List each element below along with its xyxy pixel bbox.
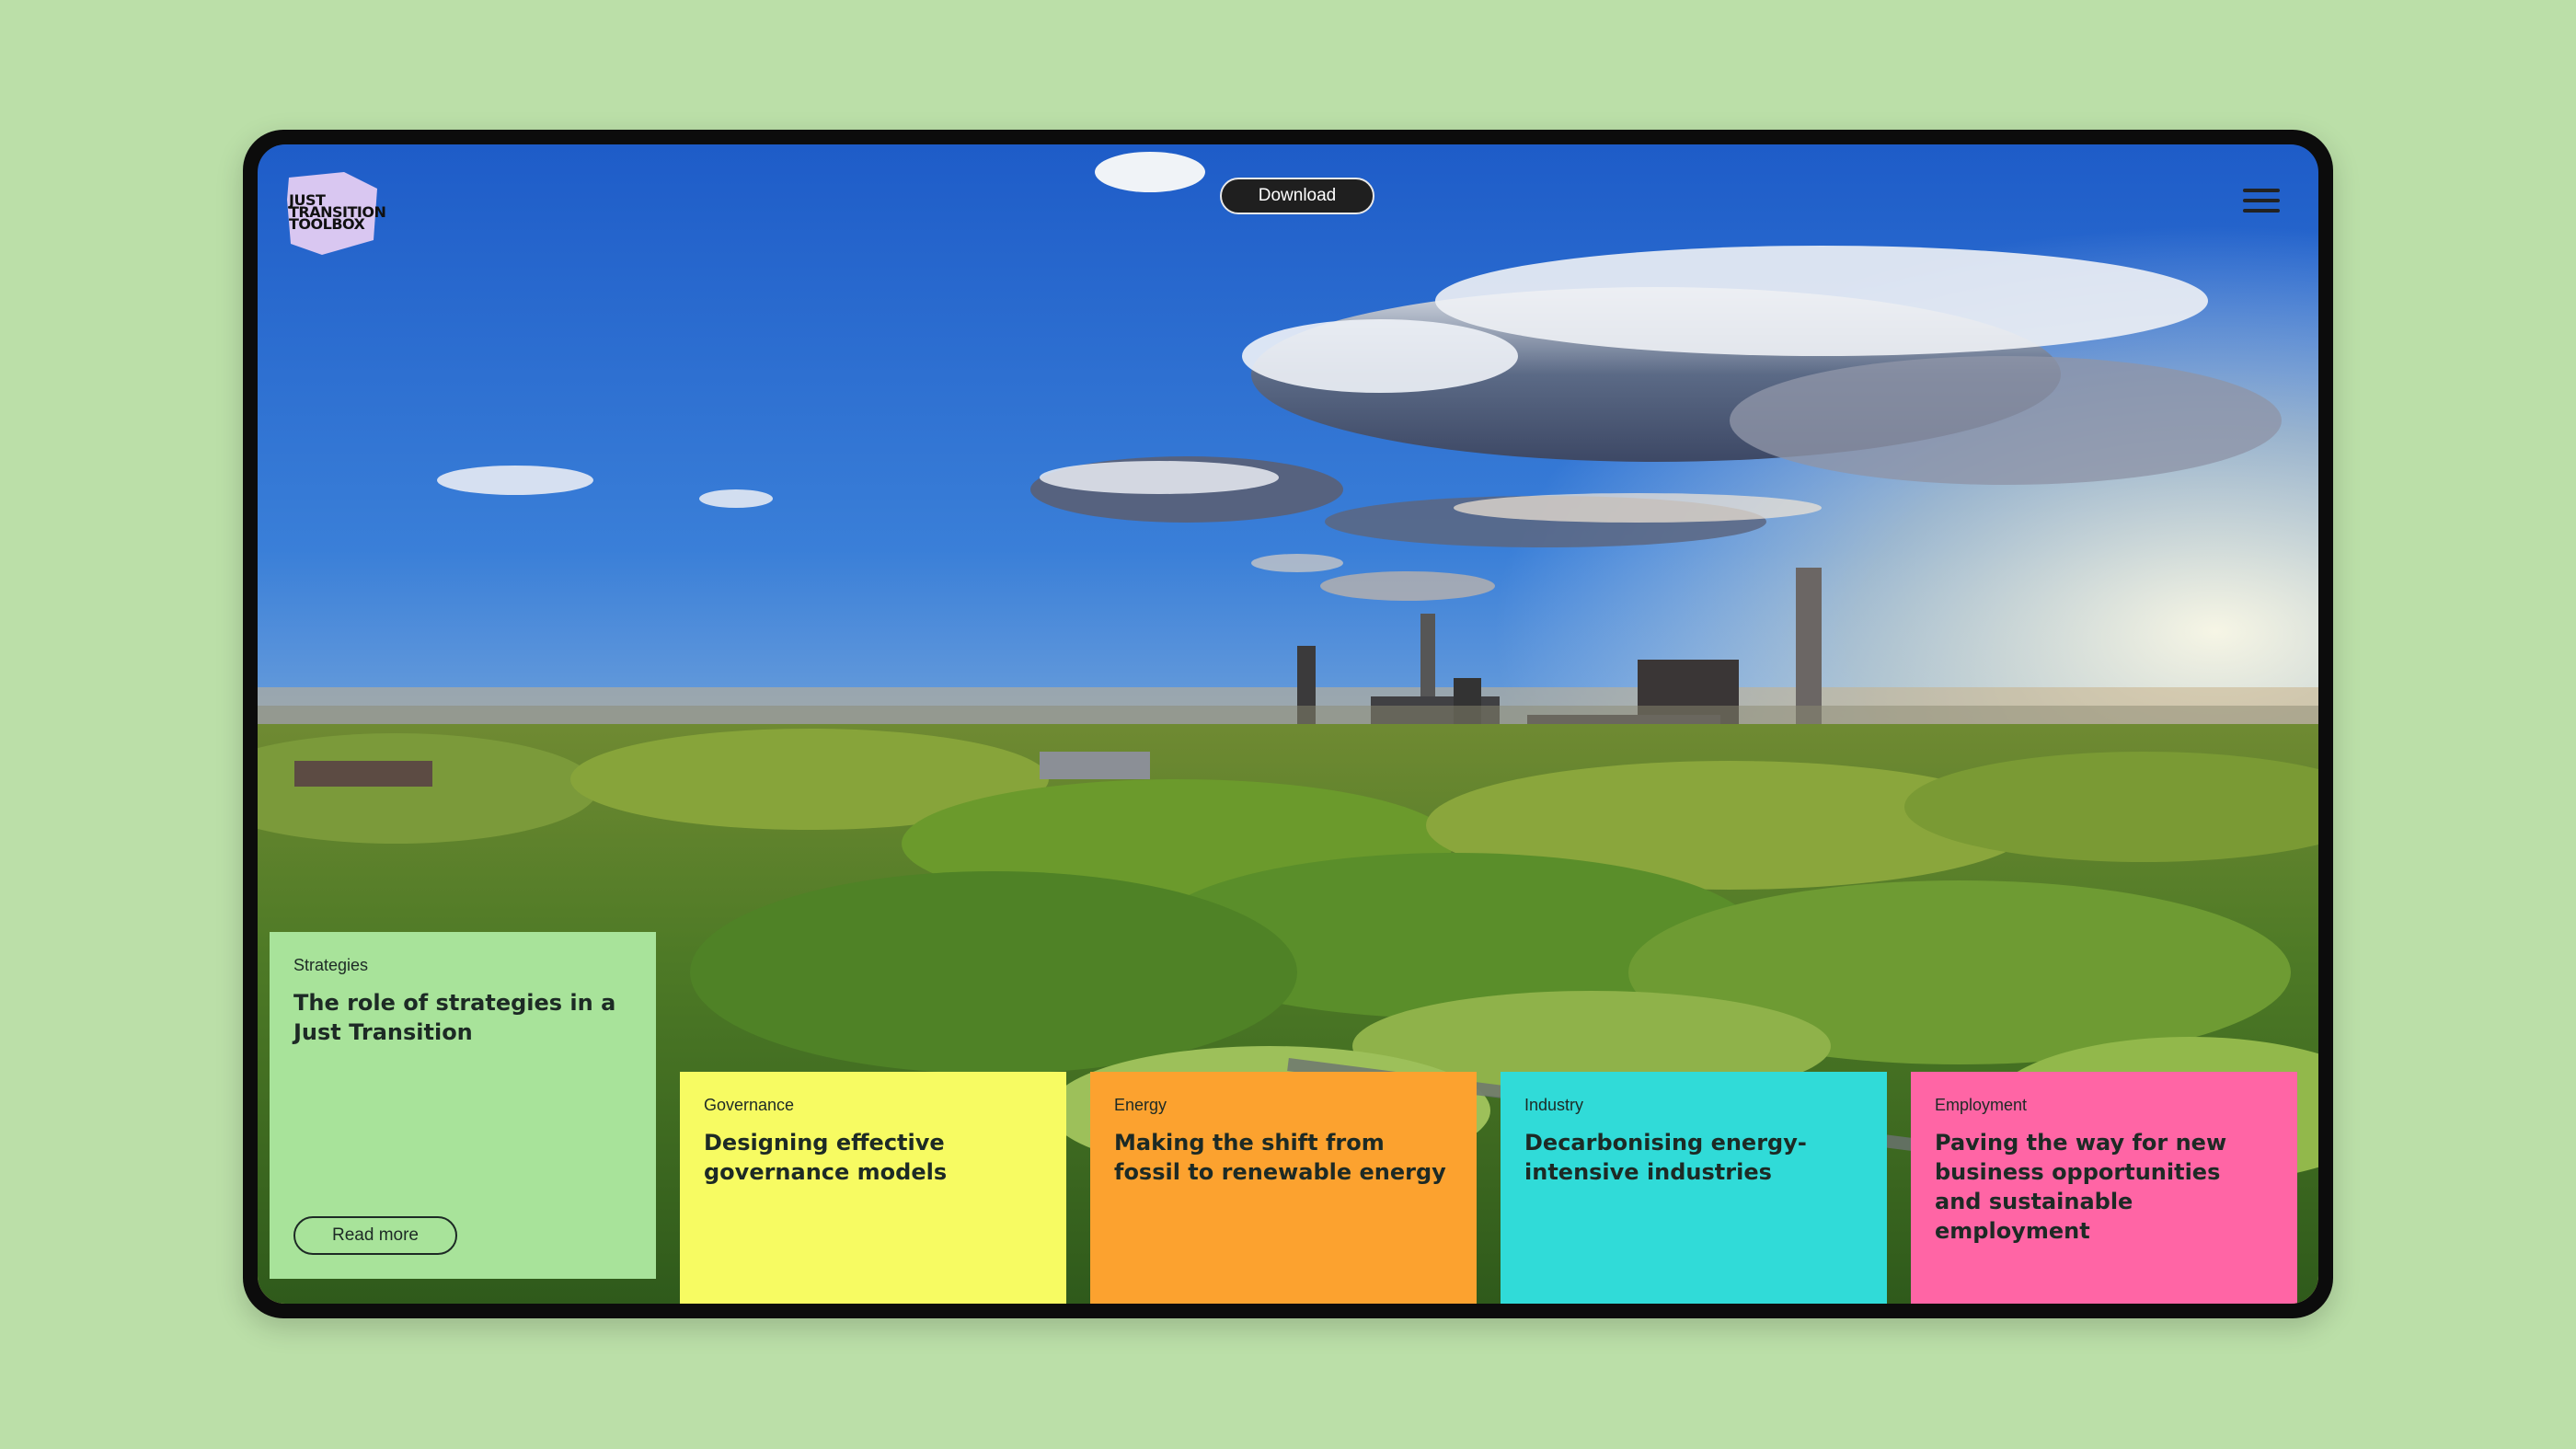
read-more-button[interactable]: Read more	[293, 1216, 457, 1255]
card-strategies[interactable]: Strategies The role of strategies in a J…	[270, 932, 656, 1279]
menu-line-icon	[2243, 199, 2280, 202]
card-title: Making the shift from fossil to renewabl…	[1114, 1130, 1446, 1185]
logo-text: JUST TRANSITION TOOLBOX	[289, 193, 386, 232]
device-frame: JUST TRANSITION TOOLBOX Download Strateg…	[243, 130, 2333, 1318]
menu-line-icon	[2243, 189, 2280, 192]
card-energy[interactable]: Energy Making the shift from fossil to r…	[1090, 1072, 1477, 1304]
card-category: Energy	[1114, 1096, 1167, 1114]
logo[interactable]: JUST TRANSITION TOOLBOX	[278, 172, 386, 255]
menu-line-icon	[2243, 209, 2280, 213]
card-governance[interactable]: Governance Designing effective governanc…	[680, 1072, 1066, 1304]
card-category: Governance	[704, 1096, 795, 1114]
card-category: Employment	[1935, 1096, 2028, 1114]
website-screen: JUST TRANSITION TOOLBOX Download Strateg…	[258, 144, 2318, 1304]
card-title: The role of strategies in a Just Transit…	[293, 990, 616, 1045]
hamburger-menu-icon[interactable]	[2243, 189, 2280, 214]
card-category: Strategies	[293, 956, 369, 974]
card-employment[interactable]: Employment Paving the way for new busine…	[1911, 1072, 2297, 1304]
download-button[interactable]: Download	[1220, 178, 1374, 214]
card-title: Paving the way for new business opportun…	[1935, 1130, 2227, 1244]
card-title: Designing effective governance models	[704, 1130, 948, 1185]
card-category: Industry	[1524, 1096, 1584, 1114]
card-title: Decarbonising energy-intensive industrie…	[1524, 1130, 1807, 1185]
card-industry[interactable]: Industry Decarbonising energy-intensive …	[1501, 1072, 1887, 1304]
